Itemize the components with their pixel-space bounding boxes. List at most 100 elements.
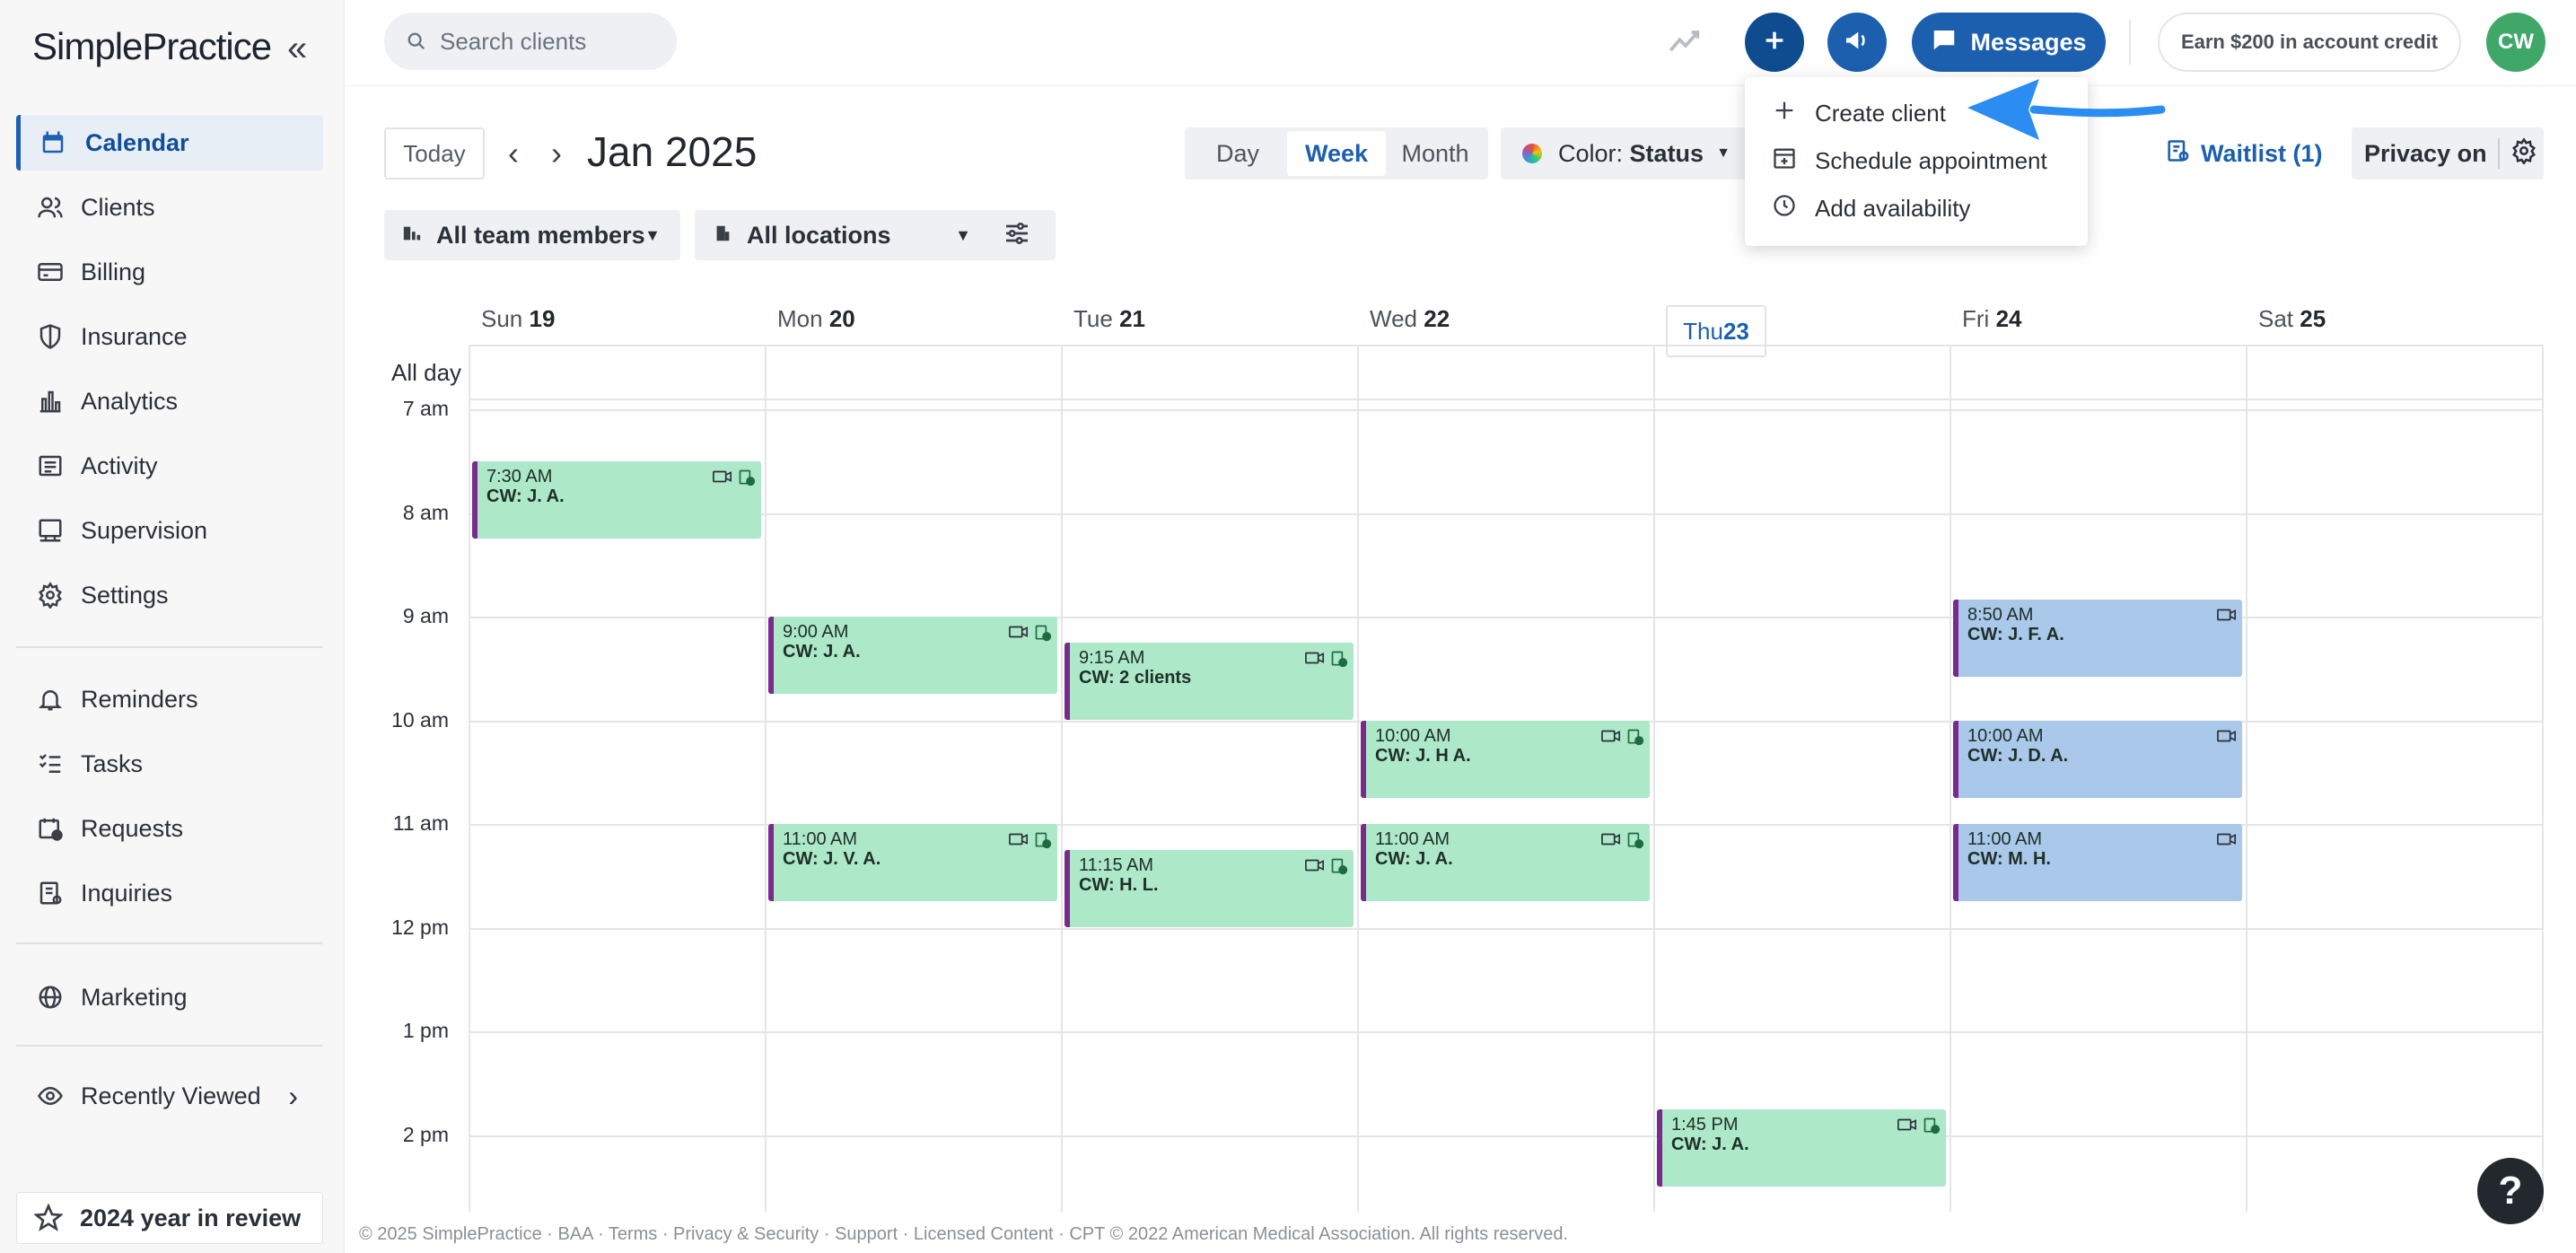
tasks-icon bbox=[16, 750, 81, 777]
grid-line bbox=[765, 345, 767, 1212]
day-header[interactable]: Sun 19 bbox=[481, 305, 555, 333]
annotation-arrow-icon bbox=[1962, 72, 2169, 157]
day-name: Sun bbox=[481, 305, 523, 332]
messages-label: Messages bbox=[1970, 28, 2087, 56]
day-header[interactable]: Mon 20 bbox=[777, 305, 855, 333]
earn-credit-button[interactable]: Earn $200 in account credit bbox=[2158, 13, 2461, 72]
privacy-toggle[interactable]: Privacy on bbox=[2352, 127, 2544, 180]
caret-down-icon: ▼ bbox=[1716, 145, 1730, 161]
chat-icon bbox=[1931, 26, 1958, 59]
color-label: Color: bbox=[1558, 139, 1624, 167]
menu-item-label: Add availability bbox=[1815, 194, 1971, 222]
view-week-button[interactable]: Week bbox=[1287, 131, 1386, 176]
appointment-card[interactable]: 9:15 AM CW: 2 clients bbox=[1065, 642, 1354, 720]
sidebar-item-inquiries[interactable]: Inquiries bbox=[16, 865, 323, 921]
star-icon bbox=[17, 1204, 80, 1232]
sidebar-item-billing[interactable]: Billing bbox=[16, 244, 323, 300]
logo[interactable]: SimplePractice bbox=[32, 25, 272, 68]
sidebar-item-recently-viewed[interactable]: Recently Viewed › bbox=[16, 1068, 323, 1124]
menu-item-create-client[interactable]: Create client bbox=[1772, 95, 1946, 131]
sidebar-item-requests[interactable]: Requests bbox=[16, 801, 323, 856]
messages-button[interactable]: Messages bbox=[1912, 13, 2106, 72]
color-wheel-icon bbox=[1522, 144, 1542, 163]
sidebar-item-label: Marketing bbox=[81, 983, 188, 1011]
grid-line bbox=[469, 1135, 2542, 1137]
billing-icon bbox=[16, 258, 81, 285]
appointment-card[interactable]: 11:00 AM CW: J. V. A. bbox=[768, 824, 1057, 901]
announcements-button[interactable] bbox=[1827, 13, 1887, 72]
filter-settings-button[interactable] bbox=[978, 210, 1056, 260]
sidebar-item-label: Calendar bbox=[85, 128, 189, 156]
note-status-icon bbox=[1034, 624, 1052, 647]
sidebar-item-clients[interactable]: Clients bbox=[16, 180, 323, 235]
prev-week-icon[interactable]: ‹ bbox=[508, 135, 519, 172]
grid-line bbox=[469, 345, 2542, 346]
waitlist-button[interactable]: Waitlist (1) bbox=[2165, 127, 2323, 180]
sidebar-item-analytics[interactable]: Analytics bbox=[16, 373, 323, 429]
sidebar-item-reminders[interactable]: Reminders bbox=[16, 671, 323, 727]
appointment-card[interactable]: 9:00 AM CW: J. A. bbox=[768, 617, 1057, 694]
sidebar-item-marketing[interactable]: Marketing bbox=[16, 969, 323, 1025]
day-header[interactable]: Thu 23 bbox=[1666, 305, 1766, 357]
sidebar-item-label: Requests bbox=[81, 814, 184, 842]
appointment-card[interactable]: 10:00 AM CW: J. D. A. bbox=[1953, 720, 2242, 798]
collapse-sidebar-icon[interactable]: « bbox=[287, 31, 307, 66]
add-button[interactable] bbox=[1745, 13, 1804, 72]
sidebar-item-activity[interactable]: Activity bbox=[16, 438, 323, 494]
appointment-icons bbox=[713, 469, 756, 492]
appointment-icons bbox=[1009, 624, 1052, 647]
sidebar-item-supervision[interactable]: Supervision bbox=[16, 503, 323, 558]
time-label: 2 pm bbox=[402, 1122, 449, 1146]
appointment-card[interactable]: 11:15 AM CW: H. L. bbox=[1065, 849, 1354, 927]
day-number: 24 bbox=[1995, 305, 2022, 332]
day-header[interactable]: Tue 21 bbox=[1073, 305, 1145, 333]
supervision-icon bbox=[16, 517, 81, 544]
sidebar-item-tasks[interactable]: Tasks bbox=[16, 736, 323, 792]
sidebar-item-label: Clients bbox=[81, 193, 155, 221]
view-month-button[interactable]: Month bbox=[1386, 131, 1485, 176]
appointment-client: CW: J. F. A. bbox=[1967, 624, 2064, 644]
next-week-icon[interactable]: › bbox=[551, 135, 562, 172]
sidebar-item-insurance[interactable]: Insurance bbox=[16, 309, 323, 364]
appointment-card[interactable]: 1:45 PM CW: J. A. bbox=[1657, 1108, 1946, 1187]
menu-item-add-availability[interactable]: Add availability bbox=[1772, 190, 1970, 226]
megaphone-icon bbox=[1843, 26, 1871, 59]
appointment-card[interactable]: 11:00 AM CW: J. A. bbox=[1361, 824, 1650, 901]
view-day-button[interactable]: Day bbox=[1188, 131, 1287, 176]
day-header[interactable]: Fri 24 bbox=[1962, 305, 2021, 333]
video-icon bbox=[1305, 650, 1325, 673]
year-in-review-button[interactable]: 2024 year in review bbox=[16, 1192, 323, 1244]
appointment-card[interactable]: 10:00 AM CW: J. H A. bbox=[1361, 720, 1650, 798]
color-select[interactable]: Color: Status ▼ bbox=[1501, 127, 1757, 180]
time-label: 9 am bbox=[402, 604, 449, 627]
analytics-icon bbox=[16, 388, 81, 415]
day-header[interactable]: Sat 25 bbox=[2258, 305, 2326, 333]
appointment-icons bbox=[1305, 650, 1348, 673]
appointment-card[interactable]: 11:00 AM CW: M. H. bbox=[1953, 824, 2242, 901]
clients-icon bbox=[16, 194, 81, 221]
sidebar-item-settings[interactable]: Settings bbox=[16, 567, 323, 623]
video-icon bbox=[1009, 831, 1029, 854]
team-members-filter[interactable]: All team members ▼ bbox=[384, 210, 680, 260]
note-status-icon bbox=[1626, 831, 1644, 854]
sidebar-item-label: Tasks bbox=[81, 749, 144, 777]
menu-item-label: Create client bbox=[1815, 99, 1946, 127]
avatar[interactable]: CW bbox=[2486, 13, 2545, 72]
today-button[interactable]: Today bbox=[384, 127, 485, 180]
sidebar-item-calendar[interactable]: Calendar bbox=[16, 115, 323, 171]
privacy-label: Privacy on bbox=[2364, 139, 2487, 167]
day-header[interactable]: Wed 22 bbox=[1370, 305, 1450, 333]
help-button[interactable]: ? bbox=[2477, 1158, 2544, 1224]
appointment-card[interactable]: 8:50 AM CW: J. F. A. bbox=[1953, 599, 2242, 677]
trend-icon[interactable] bbox=[1668, 23, 1704, 64]
view-toggle: Day Week Month bbox=[1185, 127, 1488, 180]
locations-filter[interactable]: All locations ▼ bbox=[695, 210, 991, 260]
day-name: Wed bbox=[1370, 305, 1417, 332]
divider bbox=[2129, 20, 2131, 65]
search-input[interactable]: Search clients bbox=[384, 13, 677, 70]
gear-icon[interactable] bbox=[2510, 136, 2537, 171]
grid-line bbox=[1061, 345, 1063, 1212]
appointment-icons bbox=[2217, 728, 2237, 749]
appointment-card[interactable]: 7:30 AM CW: J. A. bbox=[472, 460, 761, 539]
search-icon bbox=[384, 31, 440, 51]
